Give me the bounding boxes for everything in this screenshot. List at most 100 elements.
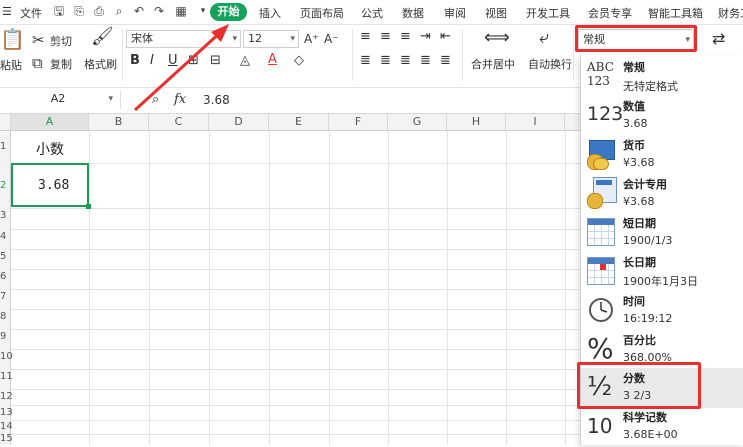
format-painter-icon[interactable]: 🖌 xyxy=(91,28,114,46)
increase-font-icon[interactable]: A⁺ xyxy=(304,31,319,47)
font-color-icon[interactable]: A xyxy=(268,52,277,68)
tab-data[interactable]: 数据 xyxy=(402,5,424,21)
column-header-i[interactable]: I xyxy=(506,114,565,130)
format-example: ¥3.68 xyxy=(623,156,655,169)
font-size-select[interactable]: 12 ▾ xyxy=(243,30,299,48)
menu-file[interactable]: 文件 xyxy=(20,5,42,21)
column-header-e[interactable]: E xyxy=(269,114,329,130)
column-header-g[interactable]: G xyxy=(388,114,447,130)
customize-toolbar-icon[interactable]: ▾ xyxy=(196,4,210,18)
save-icon[interactable]: 🖫 xyxy=(52,4,66,18)
column-header-a[interactable]: A xyxy=(11,114,89,130)
tab-page-layout[interactable]: 页面布局 xyxy=(300,5,344,21)
clear-format-icon[interactable]: ◇ xyxy=(294,53,304,69)
row-header[interactable]: 6 xyxy=(0,271,10,283)
row-header[interactable]: 7 xyxy=(0,291,10,303)
column-header-f[interactable]: F xyxy=(329,114,388,130)
tab-member[interactable]: 会员专享 xyxy=(588,5,632,21)
format-example: 1900年1月3日 xyxy=(623,275,698,288)
row-header[interactable]: 12 xyxy=(0,391,13,403)
tab-insert[interactable]: 插入 xyxy=(259,5,281,21)
tab-smart-toolbox[interactable]: 智能工具箱 xyxy=(648,5,703,21)
convert-icon[interactable]: ⇄ xyxy=(712,31,725,47)
divider xyxy=(352,29,353,81)
merge-center-icon[interactable]: ⟺ xyxy=(484,29,510,47)
print-icon[interactable]: ⎙ xyxy=(92,4,106,18)
format-option-time[interactable]: 时间 16:19:12 xyxy=(581,291,743,331)
format-painter-button[interactable]: 格式刷 xyxy=(84,56,117,72)
time-icon xyxy=(587,294,617,326)
selected-cell-a2[interactable]: 3.68 xyxy=(11,163,91,209)
outdent-icon[interactable]: ⇤ xyxy=(440,29,451,45)
distributed-icon[interactable]: ≣ xyxy=(440,53,451,69)
row-header[interactable]: 2 xyxy=(0,180,10,192)
format-option-short-date[interactable]: 短日期 1900/1/3 xyxy=(581,213,743,253)
align-right-icon[interactable]: ≣ xyxy=(400,53,411,69)
number-format-highlight xyxy=(575,25,697,52)
format-example: 无特定格式 xyxy=(623,80,678,93)
tab-review[interactable]: 审阅 xyxy=(444,5,466,21)
annotation-arrow xyxy=(133,24,229,112)
format-example: ¥3.68 xyxy=(623,195,655,208)
menu-file-icon[interactable]: ☰ xyxy=(2,5,12,18)
row-header[interactable]: 9 xyxy=(0,331,10,343)
divider xyxy=(462,29,463,81)
table-style-icon[interactable]: ▦ xyxy=(174,4,188,18)
align-bottom-icon[interactable]: ≡ xyxy=(400,29,411,45)
align-center-icon[interactable]: ≣ xyxy=(380,53,391,69)
format-option-general[interactable]: ABC 123 常规 无特定格式 xyxy=(581,57,743,97)
align-left-icon[interactable]: ≣ xyxy=(360,53,371,69)
tab-view[interactable]: 视图 xyxy=(485,5,507,21)
cell-a1[interactable]: 小数 xyxy=(36,139,64,159)
tab-formulas[interactable]: 公式 xyxy=(361,5,383,21)
wrap-text-button[interactable]: 自动换行 xyxy=(528,56,572,72)
column-header-h[interactable]: H xyxy=(447,114,506,130)
format-option-number[interactable]: 123 数值 3.68 xyxy=(581,96,743,136)
font-size-value: 12 xyxy=(248,32,262,45)
scientific-icon: 10 xyxy=(587,414,613,438)
fill-handle[interactable] xyxy=(86,204,91,209)
row-header[interactable]: 15 xyxy=(0,433,13,445)
paste-button[interactable]: 粘贴 xyxy=(0,57,22,73)
redo-icon[interactable]: ↷ xyxy=(152,4,166,18)
row-header[interactable]: 3 xyxy=(0,210,10,222)
row-header[interactable]: 4 xyxy=(0,231,10,243)
row-header[interactable]: 8 xyxy=(0,311,10,323)
chevron-down-icon: ▾ xyxy=(108,94,113,104)
select-all-corner[interactable] xyxy=(0,114,11,130)
tab-finance[interactable]: 财务工 xyxy=(718,5,743,21)
paste-icon[interactable]: 📋 xyxy=(0,29,25,49)
row-header[interactable]: 10 xyxy=(0,351,13,363)
merge-center-button[interactable]: 合并居中 xyxy=(471,56,515,72)
format-option-currency[interactable]: 货币 ¥3.68 xyxy=(581,135,743,175)
chevron-down-icon: ▾ xyxy=(290,34,295,44)
decrease-font-icon[interactable]: A⁻ xyxy=(324,31,339,47)
row-header[interactable]: 5 xyxy=(0,251,10,263)
format-option-long-date[interactable]: 长日期 1900年1月3日 xyxy=(581,252,743,292)
undo-icon[interactable]: ↶ xyxy=(132,4,146,18)
row-header[interactable]: 13 xyxy=(0,407,13,419)
row-header[interactable]: 11 xyxy=(0,371,13,383)
cut-button[interactable]: 剪切 xyxy=(50,33,72,49)
name-box[interactable]: A2 ▾ xyxy=(0,91,116,109)
format-name: 长日期 xyxy=(623,256,656,269)
long-date-icon xyxy=(587,255,617,287)
format-option-accounting[interactable]: 会计专用 ¥3.68 xyxy=(581,174,743,214)
justify-icon[interactable]: ≣ xyxy=(420,53,431,69)
copy-button[interactable]: 复制 xyxy=(50,56,72,72)
format-option-scientific[interactable]: 10 科学记数 3.68E+00 xyxy=(581,407,743,447)
export-pdf-icon[interactable]: ⎘ xyxy=(72,4,86,18)
cut-icon[interactable]: ✂ xyxy=(32,32,45,48)
fill-color-icon[interactable]: ◬ xyxy=(240,53,250,69)
copy-icon[interactable]: ⧉ xyxy=(32,55,43,71)
align-top-icon[interactable]: ≡ xyxy=(360,29,371,45)
print-preview-icon[interactable]: ⌕ xyxy=(112,4,126,18)
align-middle-icon[interactable]: ≡ xyxy=(380,29,391,45)
tab-developer[interactable]: 开发工具 xyxy=(526,5,570,21)
row-header[interactable]: 1 xyxy=(0,141,10,153)
row-header[interactable]: 14 xyxy=(0,421,13,433)
divider xyxy=(122,29,123,81)
wrap-text-icon[interactable]: ⤶ xyxy=(539,29,549,47)
indent-icon[interactable]: ⇥ xyxy=(420,29,431,45)
format-example: 1900/1/3 xyxy=(623,234,673,247)
